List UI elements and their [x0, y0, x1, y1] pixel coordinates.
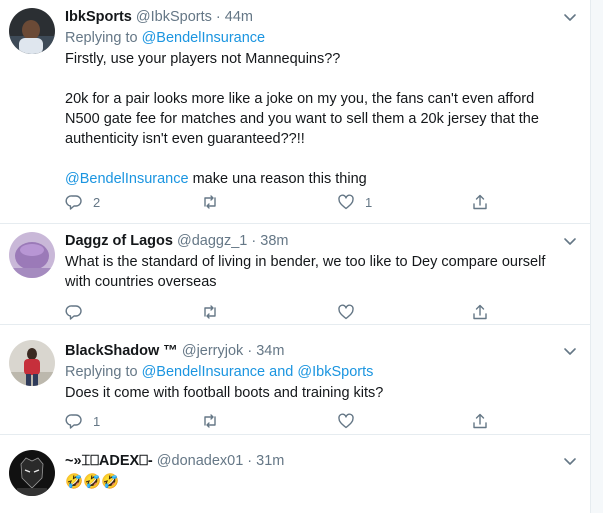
reply-count: 2: [93, 194, 101, 210]
username[interactable]: @daggz_1: [177, 233, 247, 249]
separator-dot: ·: [247, 453, 253, 469]
reply-icon: [65, 414, 82, 429]
retweet-icon: [204, 195, 216, 209]
scrollbar[interactable]: [590, 0, 603, 513]
tweet-text: Does it come with football boots and tra…: [65, 383, 578, 403]
tweet-item[interactable]: IbkSports @IbkSports · 44m Replying to @…: [0, 0, 590, 224]
share-button[interactable]: [471, 411, 489, 431]
retweet-button[interactable]: [201, 302, 229, 322]
display-name[interactable]: BlackShadow ™: [65, 343, 178, 359]
mention-link[interactable]: @BendelInsurance: [142, 364, 266, 380]
tweet-item[interactable]: Daggz of Lagos @daggz_1 · 38m What is th…: [0, 224, 590, 325]
separator-dot: ·: [215, 9, 221, 25]
tweet-item[interactable]: BlackShadow ™ @jerryjok · 34m Replying t…: [0, 325, 590, 435]
heart-icon: [338, 413, 354, 429]
tweet-text-line: 🤣🤣🤣: [65, 474, 120, 490]
tweet-text-line: @BendelInsurance make una reason this th…: [65, 169, 578, 189]
avatar[interactable]: [9, 232, 55, 278]
timestamp[interactable]: 38m: [260, 233, 288, 249]
tweet-header: IbkSports @IbkSports · 44m: [65, 7, 578, 27]
replying-to-joiner: and: [265, 364, 298, 380]
heart-icon: [338, 304, 354, 320]
display-name[interactable]: ~»⌶⎕ADEX⎕-: [65, 453, 153, 469]
chevron-down-icon[interactable]: [562, 9, 578, 25]
reply-icon: [65, 305, 82, 320]
tweet-actions: 2 1: [65, 192, 505, 212]
tweet-text-line: What is the standard of living in bender…: [65, 254, 546, 270]
avatar[interactable]: [9, 8, 55, 54]
display-name[interactable]: IbkSports: [65, 9, 132, 25]
chevron-down-icon[interactable]: [562, 343, 578, 359]
tweet-text-line: authenticity isn't even guaranteed??!!: [65, 131, 305, 147]
retweet-icon: [204, 305, 216, 319]
timestamp[interactable]: 34m: [256, 343, 284, 359]
timestamp[interactable]: 44m: [225, 9, 253, 25]
tweet-text-line: Firstly, use your players not Mannequins…: [65, 51, 341, 67]
tweet-header: BlackShadow ™ @jerryjok · 34m: [65, 341, 578, 361]
replying-to: Replying to @BendelInsurance and @IbkSpo…: [65, 362, 578, 382]
share-icon: [473, 194, 487, 210]
tweet-header: Daggz of Lagos @daggz_1 · 38m: [65, 231, 578, 251]
share-icon: [473, 304, 487, 320]
tweet-text-rest: make una reason this thing: [188, 171, 367, 187]
like-button[interactable]: [337, 302, 365, 322]
mention-link[interactable]: @BendelInsurance: [142, 30, 266, 46]
username[interactable]: @jerryjok: [182, 343, 243, 359]
replying-to-label: Replying to: [65, 364, 142, 380]
tweet-item[interactable]: ~»⌶⎕ADEX⎕- @donadex01 · 31m 🤣🤣🤣: [0, 435, 590, 513]
like-button[interactable]: [337, 411, 365, 431]
tweet-text-line: [65, 149, 578, 169]
reply-count: 1: [93, 413, 101, 429]
like-button[interactable]: 1: [337, 192, 372, 212]
replying-to-label: Replying to: [65, 30, 142, 46]
heart-icon: [338, 194, 354, 210]
share-icon: [473, 413, 487, 429]
chevron-down-icon[interactable]: [562, 453, 578, 469]
tweet-text-line: 20k for a pair looks more like a joke on…: [65, 91, 535, 107]
retweet-icon: [204, 414, 216, 428]
avatar[interactable]: [9, 340, 55, 386]
mention-link[interactable]: @IbkSports: [297, 364, 373, 380]
replying-to: Replying to @BendelInsurance: [65, 28, 578, 48]
reply-button[interactable]: [65, 302, 93, 322]
tweet-text: Firstly, use your players not Mannequins…: [65, 49, 578, 189]
username[interactable]: @donadex01: [157, 453, 243, 469]
tweet-text-line: N500 gate fee for matches and you want t…: [65, 111, 539, 127]
reply-button[interactable]: 2: [65, 192, 100, 212]
tweet-header: ~»⌶⎕ADEX⎕- @donadex01 · 31m: [65, 451, 578, 471]
mention-link[interactable]: @BendelInsurance: [65, 171, 189, 187]
share-button[interactable]: [471, 192, 489, 212]
reply-icon: [65, 195, 82, 210]
tweet-text-line: with countries overseas: [65, 274, 217, 290]
tweet-text: What is the standard of living in bender…: [65, 252, 578, 292]
share-button[interactable]: [471, 302, 489, 322]
avatar[interactable]: [9, 450, 55, 496]
tweet-text-line: [65, 69, 578, 89]
tweet-actions: [65, 302, 505, 322]
retweet-button[interactable]: [201, 192, 229, 212]
display-name[interactable]: Daggz of Lagos: [65, 233, 173, 249]
like-count: 1: [365, 194, 373, 210]
separator-dot: ·: [247, 343, 253, 359]
reply-button[interactable]: 1: [65, 411, 100, 431]
timestamp[interactable]: 31m: [256, 453, 284, 469]
chevron-down-icon[interactable]: [562, 233, 578, 249]
reply-thread: IbkSports @IbkSports · 44m Replying to @…: [0, 0, 590, 513]
username[interactable]: @IbkSports: [136, 9, 212, 25]
separator-dot: ·: [251, 233, 257, 249]
tweet-text-line: Does it come with football boots and tra…: [65, 385, 384, 401]
tweet-actions: 1: [65, 411, 505, 431]
retweet-button[interactable]: [201, 411, 229, 431]
tweet-text: 🤣🤣🤣: [65, 472, 578, 492]
